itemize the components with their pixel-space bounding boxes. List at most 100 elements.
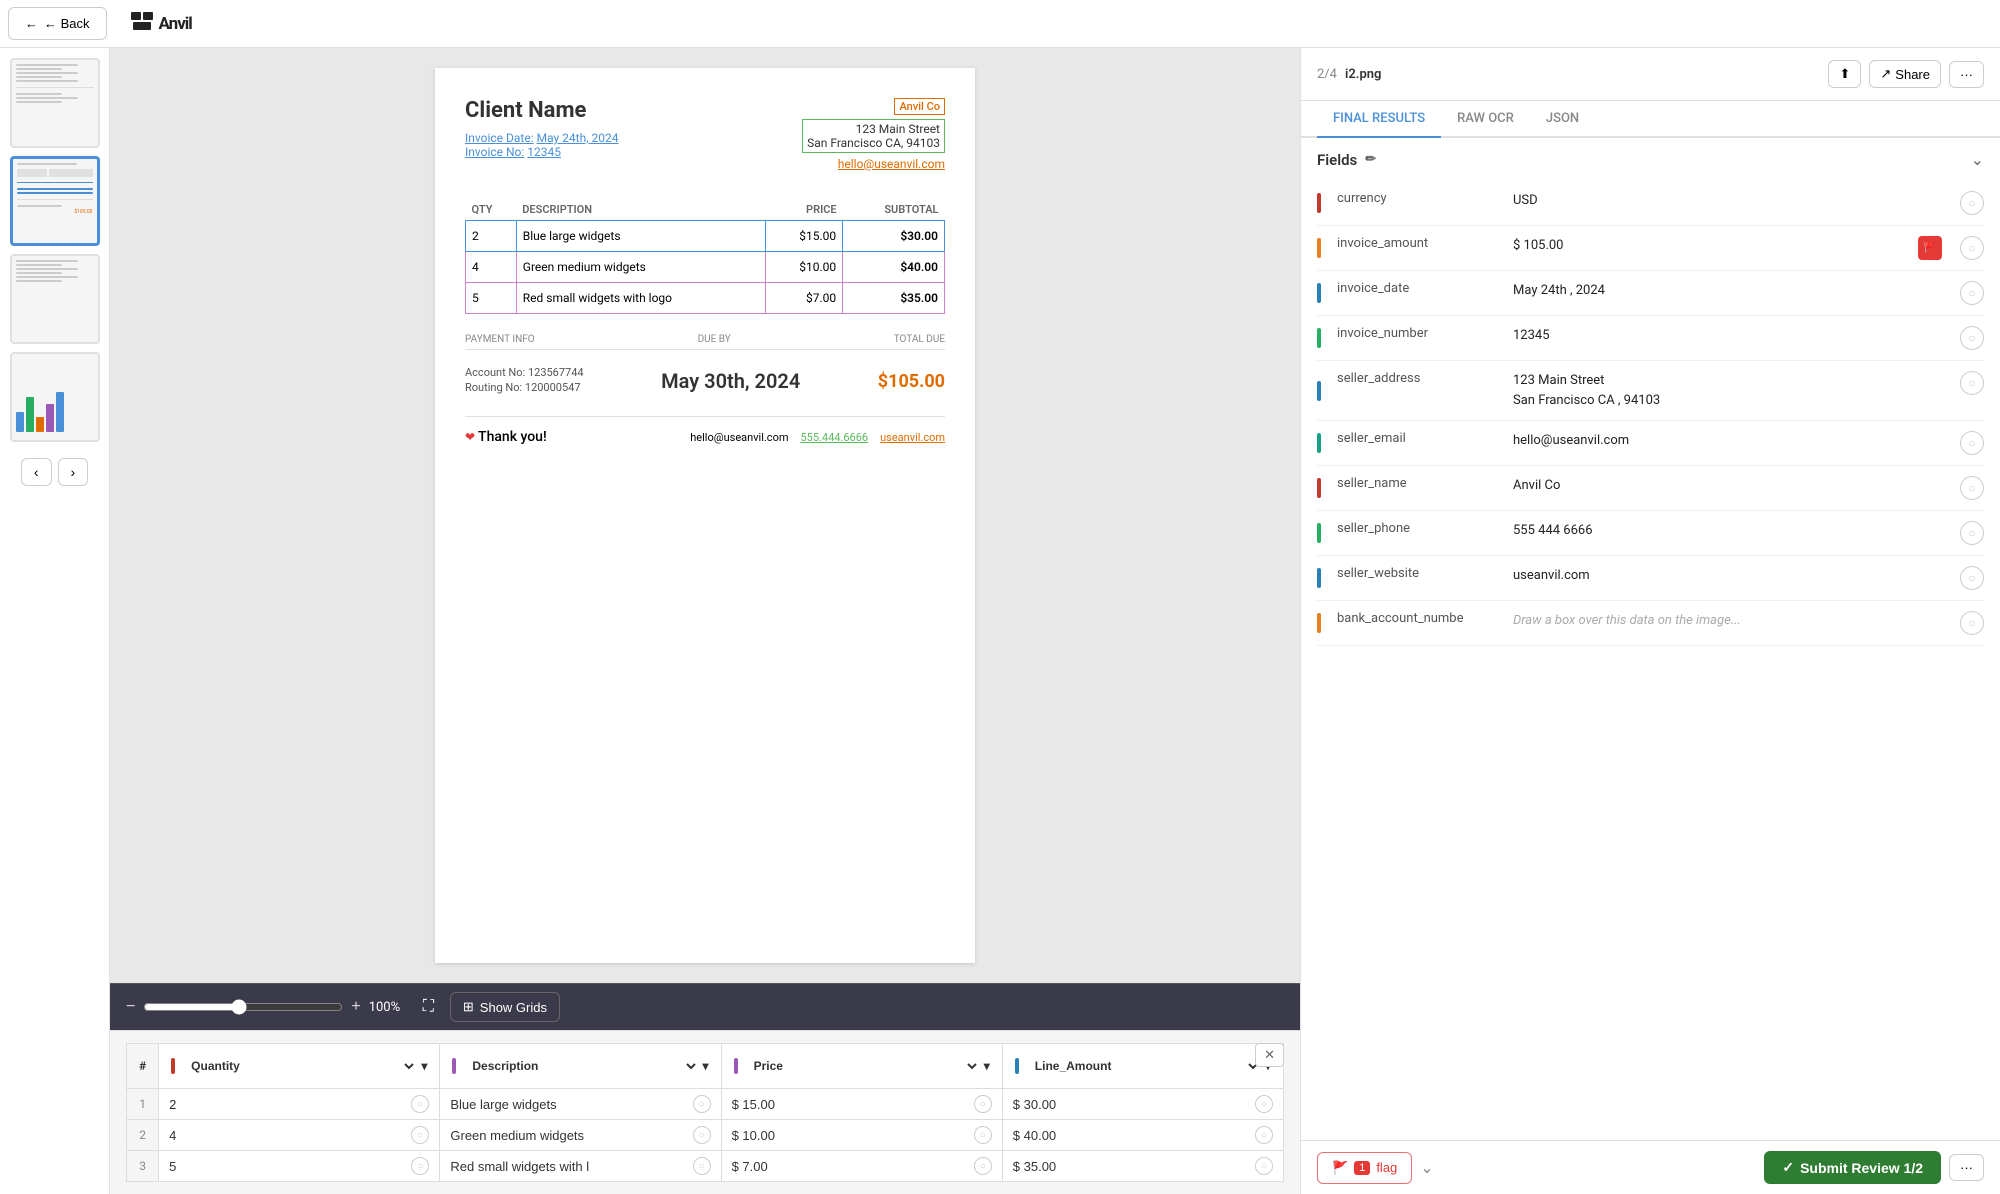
col-price: PRICE xyxy=(766,199,843,221)
field-name-label: seller_phone xyxy=(1337,521,1497,536)
right-panel: 2/4 i2.png ⬆ ↗ Share ··· xyxy=(1300,48,2000,1194)
cell-input-field[interactable] xyxy=(169,1159,403,1174)
field-check-button[interactable]: ○ xyxy=(1960,191,1984,215)
cell-input-field[interactable] xyxy=(450,1159,684,1174)
table-cell[interactable]: ○ xyxy=(721,1151,1002,1182)
price-col-select[interactable]: Price xyxy=(742,1052,980,1080)
invoice-date-label: Invoice Date: xyxy=(465,131,534,145)
edit-fields-icon[interactable]: ✏ xyxy=(1365,152,1376,167)
field-value-text: useanvil.com xyxy=(1513,566,1944,586)
field-check-button[interactable]: ○ xyxy=(1960,611,1984,635)
table-cell[interactable]: ○ xyxy=(440,1120,721,1151)
zoom-toolbar: − + 100% ⛶ ⊞ Show Grids xyxy=(110,983,1300,1030)
show-grids-button[interactable]: ⊞ Show Grids xyxy=(450,992,560,1022)
field-color-indicator xyxy=(1317,283,1321,303)
cell-input-field[interactable] xyxy=(732,1159,966,1174)
field-check-button[interactable]: ○ xyxy=(1960,236,1984,260)
field-check-button[interactable]: ○ xyxy=(1960,566,1984,590)
field-check-button[interactable]: ○ xyxy=(1960,371,1984,395)
cell-input-field[interactable] xyxy=(1013,1128,1247,1143)
col-header-description[interactable]: Description ▾ xyxy=(440,1044,721,1089)
fields-collapse-icon[interactable]: ⌄ xyxy=(1971,150,1984,169)
cell-input-field[interactable] xyxy=(450,1128,684,1143)
field-name-label: seller_name xyxy=(1337,476,1497,491)
thumbnail-2[interactable]: $105.00 xyxy=(10,156,100,246)
invoice-no-val: 12345 xyxy=(527,145,561,159)
quantity-col-select[interactable]: Quantity xyxy=(179,1052,417,1080)
cell-check-icon: ○ xyxy=(411,1126,429,1144)
table-cell[interactable]: ○ xyxy=(440,1089,721,1120)
zoom-in-button[interactable]: + xyxy=(351,998,360,1016)
prev-page-button[interactable]: ‹ xyxy=(21,458,52,486)
table-cell[interactable]: ○ xyxy=(159,1151,440,1182)
back-label: ← Back xyxy=(44,16,90,31)
cell-input-field[interactable] xyxy=(169,1128,403,1143)
field-row-seller_name: seller_nameAnvil Co○ xyxy=(1317,466,1984,511)
share-icon: ↗ xyxy=(1880,66,1891,82)
tab-final-results[interactable]: FINAL RESULTS xyxy=(1317,101,1441,138)
field-row-invoice_date: invoice_dateMay 24th , 2024○ xyxy=(1317,271,1984,316)
table-cell[interactable]: ○ xyxy=(1002,1151,1283,1182)
col-header-quantity[interactable]: Quantity ▾ xyxy=(159,1044,440,1089)
col-header-line-amount[interactable]: Line_Amount ▾ xyxy=(1002,1044,1283,1089)
table-cell[interactable]: ○ xyxy=(159,1089,440,1120)
cell-input-field[interactable] xyxy=(1013,1097,1247,1112)
table-row: 2○○○○ xyxy=(127,1120,1284,1151)
submit-more-button[interactable]: ··· xyxy=(1949,1154,1984,1181)
cell-input-field[interactable] xyxy=(169,1097,403,1112)
row-number: 2 xyxy=(127,1120,159,1151)
field-check-button[interactable]: ○ xyxy=(1960,431,1984,455)
field-check-button[interactable]: ○ xyxy=(1960,476,1984,500)
submit-review-button[interactable]: ✓ Submit Review 1/2 xyxy=(1764,1151,1941,1184)
zoom-percent: 100% xyxy=(369,1000,407,1015)
cell-check-icon: ○ xyxy=(411,1095,429,1113)
description-col-select[interactable]: Description xyxy=(460,1052,698,1080)
tab-raw-ocr[interactable]: RAW OCR xyxy=(1441,101,1530,138)
line-amount-col-select[interactable]: Line_Amount xyxy=(1023,1052,1261,1080)
field-check-button[interactable]: ○ xyxy=(1960,326,1984,350)
cell-input-field[interactable] xyxy=(450,1097,684,1112)
flag-expand-icon[interactable]: ⌄ xyxy=(1420,1158,1433,1178)
zoom-out-button[interactable]: − xyxy=(126,998,135,1016)
thumbnail-1[interactable] xyxy=(10,58,100,148)
table-cell[interactable]: ○ xyxy=(721,1089,1002,1120)
more-options-button[interactable]: ··· xyxy=(1949,61,1984,88)
share-label: Share xyxy=(1895,67,1930,82)
field-name-label: invoice_number xyxy=(1337,326,1497,341)
cell-input-field[interactable] xyxy=(1013,1159,1247,1174)
field-value-text: USD xyxy=(1513,191,1944,211)
field-check-button[interactable]: ○ xyxy=(1960,281,1984,305)
invoice-no-label: Invoice No: xyxy=(465,145,524,159)
col-header-price[interactable]: Price ▾ xyxy=(721,1044,1002,1089)
back-button[interactable]: ← ← Back xyxy=(8,7,107,40)
show-grids-label: Show Grids xyxy=(480,1000,547,1015)
field-value-text: 12345 xyxy=(1513,326,1944,346)
zoom-expand-button[interactable]: ⛶ xyxy=(423,998,434,1016)
table-cell[interactable]: ○ xyxy=(440,1151,721,1182)
flag-button[interactable]: 🚩 1 flag xyxy=(1317,1152,1412,1184)
table-cell[interactable]: ○ xyxy=(721,1120,1002,1151)
field-row-seller_email: seller_emailhello@useanvil.com○ xyxy=(1317,421,1984,466)
cell-input-field[interactable] xyxy=(732,1128,966,1143)
zoom-slider[interactable] xyxy=(143,999,343,1015)
back-arrow-icon: ← xyxy=(25,16,38,31)
thumbnail-4[interactable] xyxy=(10,352,100,442)
bottom-action-bar: 🚩 1 flag ⌄ ✓ Submit Review 1/2 ··· xyxy=(1301,1140,2000,1194)
tab-json[interactable]: JSON xyxy=(1530,101,1595,138)
seller-addr-line2: San Francisco CA, 94103 xyxy=(807,136,940,150)
upload-button[interactable]: ⬆ xyxy=(1828,60,1861,88)
table-cell[interactable]: ○ xyxy=(159,1120,440,1151)
field-color-indicator xyxy=(1317,433,1321,453)
next-page-button[interactable]: › xyxy=(58,458,89,486)
share-button[interactable]: ↗ Share xyxy=(1869,60,1941,88)
table-cell[interactable]: ○ xyxy=(1002,1089,1283,1120)
table-cell[interactable]: ○ xyxy=(1002,1120,1283,1151)
table-row: 3○○○○ xyxy=(127,1151,1284,1182)
table-row: 1○○○○ xyxy=(127,1089,1284,1120)
cell-input-field[interactable] xyxy=(732,1097,966,1112)
thumbnail-3[interactable] xyxy=(10,254,100,344)
close-table-button[interactable]: ✕ xyxy=(1255,1043,1284,1067)
flag-count: 1 xyxy=(1354,1161,1370,1175)
cell-check-icon: ○ xyxy=(693,1157,711,1175)
field-check-button[interactable]: ○ xyxy=(1960,521,1984,545)
